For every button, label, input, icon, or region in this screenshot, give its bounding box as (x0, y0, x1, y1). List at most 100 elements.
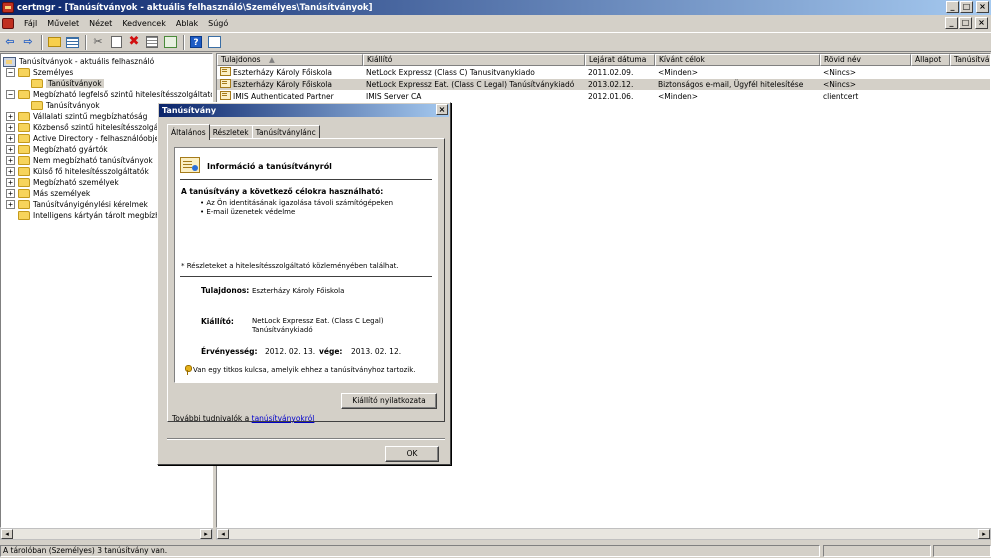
tab-details[interactable]: Részletek (208, 125, 253, 139)
issuer-value-cont: Tanúsítványkiadó (252, 326, 313, 334)
menu-file[interactable]: Fájl (19, 19, 42, 28)
tree-item-enterprise-trust[interactable]: + Vállalati szintű megbízhatóság (6, 111, 147, 122)
ok-button[interactable]: OK (385, 446, 439, 462)
expand-toggle[interactable]: + (6, 200, 15, 209)
tree-root[interactable]: Tanúsítványok - aktuális felhasználó (3, 56, 154, 67)
tree-item-label: Tanúsítványok (46, 79, 104, 88)
column-header-issuer[interactable]: Kiállító (363, 54, 585, 66)
toolbar-separator (85, 34, 87, 50)
tree-item-smart-card-trusted-roots[interactable]: Intelligens kártyán tárolt megbízhat (18, 210, 167, 221)
column-header-intended-purposes[interactable]: Kívánt célok (655, 54, 820, 66)
cell-owner: IMIS Authenticated Partner (217, 91, 363, 102)
menu-action[interactable]: Művelet (42, 19, 84, 28)
certmgr-app-icon[interactable] (2, 2, 14, 13)
export-button[interactable] (162, 34, 178, 50)
dialog-close-button[interactable]: × (436, 104, 448, 115)
tree-item-active-directory[interactable]: + Active Directory - felhasználóobjekt (6, 133, 167, 144)
folder-icon (18, 178, 30, 187)
issuer-label: Kiállító: (201, 317, 234, 326)
issuer-statement-button[interactable]: Kiállító nyilatkozata (341, 393, 437, 409)
cell-issuer: IMIS Server CA (366, 92, 422, 101)
list-horizontal-scrollbar[interactable]: ◂ ▸ (216, 528, 991, 540)
expand-toggle[interactable]: + (6, 178, 15, 187)
folder-icon (18, 167, 30, 176)
toolbar-separator (183, 34, 185, 50)
document-system-menu-icon[interactable] (2, 18, 14, 29)
minimize-button[interactable]: _ (946, 1, 959, 13)
collapse-toggle[interactable]: − (6, 90, 15, 99)
scroll-right-icon[interactable]: ▸ (200, 529, 212, 539)
status-bar: A tárolóban (Személyes) 3 tanúsítvány va… (0, 543, 991, 558)
toolbar: ⇦ ⇨ ✂ ✖ ? (0, 32, 991, 52)
expand-toggle[interactable]: + (6, 112, 15, 121)
cell-friendly-name: <Nincs> (823, 68, 857, 77)
export-icon (163, 36, 177, 48)
certificate-icon (220, 91, 231, 100)
table-row[interactable]: Eszterházy Károly Főiskola NetLock Expre… (217, 79, 990, 90)
column-header-expiration[interactable]: Lejárat dátuma (585, 54, 655, 66)
mdi-minimize-button[interactable]: _ (945, 17, 958, 29)
view-button[interactable] (206, 34, 222, 50)
menu-favorites[interactable]: Kedvencek (117, 19, 171, 28)
close-button[interactable]: × (976, 1, 989, 13)
tree-item-trusted-root[interactable]: − Megbízható legfelső szintű hitelesítés… (6, 89, 212, 100)
collapse-toggle[interactable]: − (6, 68, 15, 77)
tree-item-intermediate-ca[interactable]: + Közbenső szintű hitelesítésszolgálta (6, 122, 168, 133)
folder-icon (18, 134, 30, 143)
mdi-close-button[interactable]: × (975, 17, 988, 29)
tab-certification-path[interactable]: Tanúsítványlánc (251, 125, 320, 139)
copy-button[interactable] (108, 34, 124, 50)
folder-icon (18, 189, 30, 198)
expand-toggle[interactable]: + (6, 156, 15, 165)
tree-item-enrollment-requests[interactable]: + Tanúsítványigénylési kérelmek (6, 199, 148, 210)
table-row[interactable]: IMIS Authenticated Partner IMIS Server C… (217, 91, 990, 102)
folder-icon (18, 123, 30, 132)
expand-toggle[interactable]: + (6, 145, 15, 154)
expand-toggle[interactable]: + (6, 189, 15, 198)
column-header-friendly-name[interactable]: Rövid név (820, 54, 911, 66)
column-header-template[interactable]: Tanúsítványsablon (950, 54, 990, 66)
properties-button[interactable] (144, 34, 160, 50)
maximize-button[interactable]: □ (960, 1, 973, 13)
tree-item-trusted-root-certificates[interactable]: Tanúsítványok (31, 100, 100, 111)
tree-item-personal[interactable]: − Személyes (6, 67, 73, 78)
tree-item-personal-certificates[interactable]: Tanúsítványok (31, 78, 104, 89)
expand-toggle[interactable]: + (6, 167, 15, 176)
delete-button[interactable]: ✖ (126, 34, 142, 50)
tree-item-trusted-people[interactable]: + Megbízható személyek (6, 177, 119, 188)
forward-button[interactable]: ⇨ (20, 34, 36, 50)
learn-more-link[interactable]: tanúsítványokról (252, 414, 315, 423)
divider (180, 276, 432, 277)
expand-toggle[interactable]: + (6, 123, 15, 132)
tree-item-label: Nem megbízható tanúsítványok (33, 156, 153, 165)
scroll-left-icon[interactable]: ◂ (217, 529, 229, 539)
tree-item-other-people[interactable]: + Más személyek (6, 188, 90, 199)
menu-help[interactable]: Súgó (203, 19, 233, 28)
menu-view[interactable]: Nézet (84, 19, 117, 28)
back-button[interactable]: ⇦ (2, 34, 18, 50)
tree-horizontal-scrollbar[interactable]: ◂ ▸ (0, 528, 213, 540)
scroll-right-icon[interactable]: ▸ (978, 529, 990, 539)
back-icon: ⇦ (5, 35, 15, 48)
help-button[interactable]: ? (188, 34, 204, 50)
help-icon: ? (190, 36, 202, 48)
cell-text: IMIS Authenticated Partner (233, 92, 334, 101)
dialog-title: Tanúsítvány (159, 104, 449, 117)
up-folder-button[interactable] (46, 34, 62, 50)
menu-window[interactable]: Ablak (171, 19, 203, 28)
certificate-icon (220, 79, 231, 88)
expand-toggle[interactable]: + (6, 134, 15, 143)
mdi-maximize-button[interactable]: □ (959, 17, 972, 29)
scroll-left-icon[interactable]: ◂ (1, 529, 13, 539)
tree-item-third-party-root[interactable]: + Külső fő hitelesítésszolgáltatók (6, 166, 149, 177)
column-header-owner[interactable]: Tulajdonos ▲ (217, 54, 363, 66)
tree-item-trusted-publishers[interactable]: + Megbízható gyártók (6, 144, 108, 155)
table-row[interactable]: Eszterházy Károly Főiskola NetLock Expre… (217, 67, 990, 78)
tree-item-untrusted[interactable]: + Nem megbízható tanúsítványok (6, 155, 153, 166)
show-tree-button[interactable] (64, 34, 80, 50)
column-header-status[interactable]: Állapot (911, 54, 950, 66)
cell-purposes: Biztonságos e-mail, Ügyfél hitelesítése (658, 80, 804, 89)
tab-general[interactable]: Általános (167, 124, 210, 140)
learn-more-prefix: További tudnivalók a (172, 414, 252, 423)
cut-button[interactable]: ✂ (90, 34, 106, 50)
